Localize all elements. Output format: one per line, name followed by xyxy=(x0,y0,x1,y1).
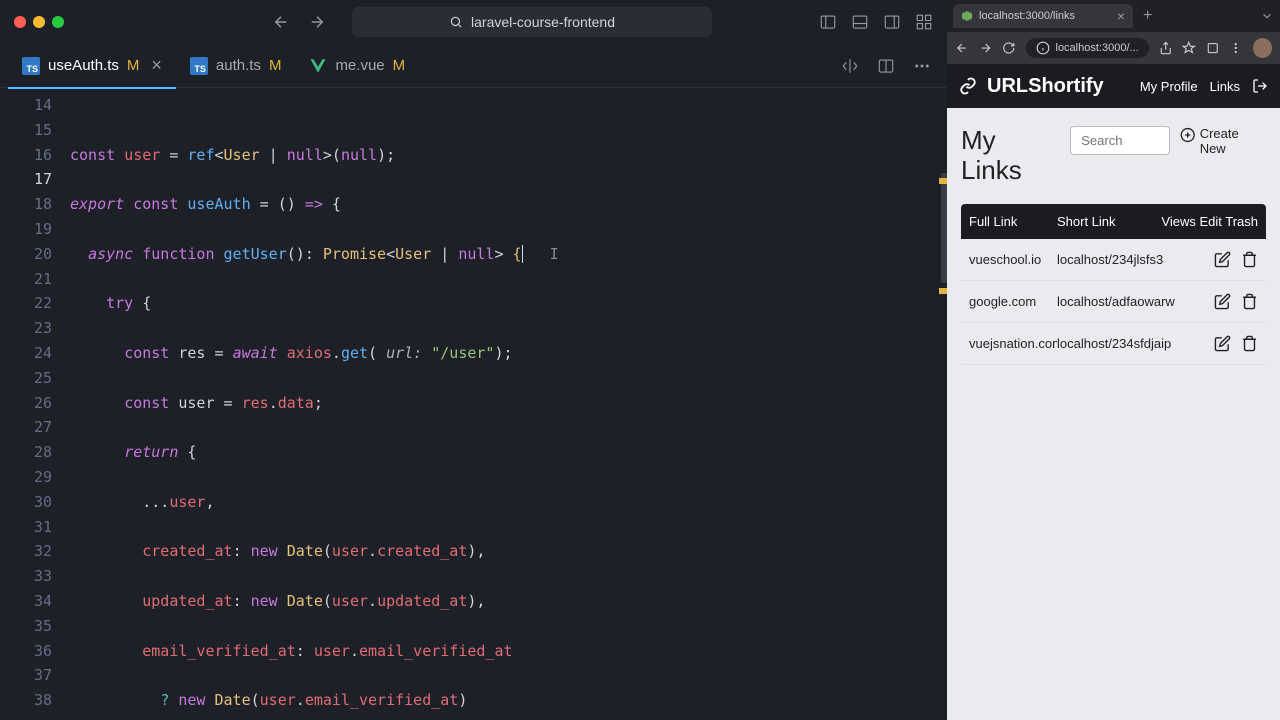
share-icon[interactable] xyxy=(1159,41,1173,55)
page-title: My Links xyxy=(961,126,1060,186)
close-icon[interactable]: × xyxy=(1117,8,1125,24)
code-content[interactable]: const user = ref<User | null>(null); exp… xyxy=(70,88,947,720)
cell-short-link: localhost/adfaowarw xyxy=(1057,294,1214,309)
edit-icon[interactable] xyxy=(1214,335,1231,352)
tab-actions xyxy=(841,57,939,75)
minimap[interactable] xyxy=(933,88,947,720)
browser-tab[interactable]: localhost:3000/links × xyxy=(953,4,1133,28)
back-icon[interactable] xyxy=(272,13,290,31)
modified-badge: M xyxy=(269,57,282,74)
titlebar: laravel-course-frontend xyxy=(0,0,947,44)
main-content: My Links Create New Full Link Short Link… xyxy=(947,108,1280,383)
tab-useauth[interactable]: TS useAuth.ts M × xyxy=(8,44,176,88)
edit-icon[interactable] xyxy=(1214,293,1231,310)
page-content: URLShortify My Profile Links My Links Cr… xyxy=(947,64,1280,720)
tab-me[interactable]: me.vue M xyxy=(295,44,419,88)
edit-icon[interactable] xyxy=(1214,251,1231,268)
tab-label: auth.ts xyxy=(216,57,261,74)
col-short-link: Short Link xyxy=(1057,214,1161,229)
table-header: Full Link Short Link Views Edit Trash xyxy=(961,204,1266,239)
modified-badge: M xyxy=(127,57,140,74)
app-nav: My Profile Links xyxy=(1140,78,1268,94)
typescript-icon: TS xyxy=(190,57,208,75)
favicon-icon xyxy=(961,10,973,22)
compare-icon[interactable] xyxy=(841,57,859,75)
layout-grid-icon[interactable] xyxy=(915,13,933,31)
trash-icon[interactable] xyxy=(1241,251,1258,268)
page-toolbar: My Links Create New xyxy=(961,126,1266,186)
code-area[interactable]: 1415161718192021222324252627282930313233… xyxy=(0,88,947,720)
tab-label: useAuth.ts xyxy=(48,57,119,74)
app-title: URLShortify xyxy=(987,75,1104,98)
row-actions xyxy=(1214,251,1258,268)
info-icon xyxy=(1036,41,1050,55)
browser-tabs: localhost:3000/links × + xyxy=(947,0,1280,32)
menu-icon[interactable] xyxy=(1229,41,1243,55)
panel-bottom-icon[interactable] xyxy=(851,13,869,31)
close-window-icon[interactable] xyxy=(14,16,26,28)
forward-icon[interactable] xyxy=(979,41,993,55)
cell-full-link: vueschool.io xyxy=(969,252,1057,267)
cell-full-link: vuejsnation.com xyxy=(969,336,1057,351)
split-editor-icon[interactable] xyxy=(877,57,895,75)
cell-short-link: localhost/234sfdjaip xyxy=(1057,336,1214,351)
col-actions: Views Edit Trash xyxy=(1161,214,1258,229)
links-table: Full Link Short Link Views Edit Trash vu… xyxy=(961,204,1266,365)
plus-circle-icon xyxy=(1180,127,1195,143)
logout-icon[interactable] xyxy=(1252,78,1268,94)
create-new-button[interactable]: Create New xyxy=(1180,126,1266,156)
create-label: Create New xyxy=(1200,126,1266,156)
nav-profile[interactable]: My Profile xyxy=(1140,79,1198,94)
browser-window: localhost:3000/links × + localhost:3000/… xyxy=(947,0,1280,720)
modified-badge: M xyxy=(393,57,406,74)
chevron-down-icon[interactable] xyxy=(1260,9,1274,23)
typescript-icon: TS xyxy=(22,57,40,75)
window-controls xyxy=(14,16,64,28)
project-name: laravel-course-frontend xyxy=(471,14,615,30)
forward-icon[interactable] xyxy=(308,13,326,31)
extensions-icon[interactable] xyxy=(1206,41,1220,55)
tab-title: localhost:3000/links xyxy=(979,10,1075,22)
editor-window: laravel-course-frontend TS useAuth.ts M … xyxy=(0,0,947,720)
back-icon[interactable] xyxy=(955,41,969,55)
profile-avatar[interactable] xyxy=(1253,38,1272,58)
table-row: vuejsnation.com localhost/234sfdjaip xyxy=(961,323,1266,365)
cell-full-link: google.com xyxy=(969,294,1057,309)
nav-links[interactable]: Links xyxy=(1210,79,1240,94)
panel-right-icon[interactable] xyxy=(883,13,901,31)
close-icon[interactable]: × xyxy=(151,55,162,76)
reload-icon[interactable] xyxy=(1002,41,1016,55)
table-row: google.com localhost/adfaowarw xyxy=(961,281,1266,323)
command-center[interactable]: laravel-course-frontend xyxy=(352,7,712,37)
editor-tabs: TS useAuth.ts M × TS auth.ts M me.vue M xyxy=(0,44,947,88)
nav-arrows xyxy=(272,13,326,31)
browser-toolbar: localhost:3000/... xyxy=(947,32,1280,64)
panel-left-icon[interactable] xyxy=(819,13,837,31)
maximize-window-icon[interactable] xyxy=(52,16,64,28)
address-bar[interactable]: localhost:3000/... xyxy=(1026,38,1149,58)
row-actions xyxy=(1214,293,1258,310)
app-header: URLShortify My Profile Links xyxy=(947,64,1280,108)
star-icon[interactable] xyxy=(1182,41,1196,55)
line-gutter: 1415161718192021222324252627282930313233… xyxy=(0,88,70,720)
row-actions xyxy=(1214,335,1258,352)
tab-auth[interactable]: TS auth.ts M xyxy=(176,44,296,88)
tab-label: me.vue xyxy=(335,57,384,74)
link-icon xyxy=(959,77,977,95)
cell-short-link: localhost/234jlsfs3 xyxy=(1057,252,1214,267)
col-full-link: Full Link xyxy=(969,214,1057,229)
more-icon[interactable] xyxy=(913,57,931,75)
vue-icon xyxy=(309,57,327,75)
search-icon xyxy=(449,15,463,29)
url-text: localhost:3000/... xyxy=(1056,42,1139,54)
minimize-window-icon[interactable] xyxy=(33,16,45,28)
trash-icon[interactable] xyxy=(1241,293,1258,310)
trash-icon[interactable] xyxy=(1241,335,1258,352)
new-tab-icon[interactable]: + xyxy=(1139,7,1156,25)
search-input[interactable] xyxy=(1070,126,1170,155)
table-row: vueschool.io localhost/234jlsfs3 xyxy=(961,239,1266,281)
layout-controls xyxy=(819,13,933,31)
